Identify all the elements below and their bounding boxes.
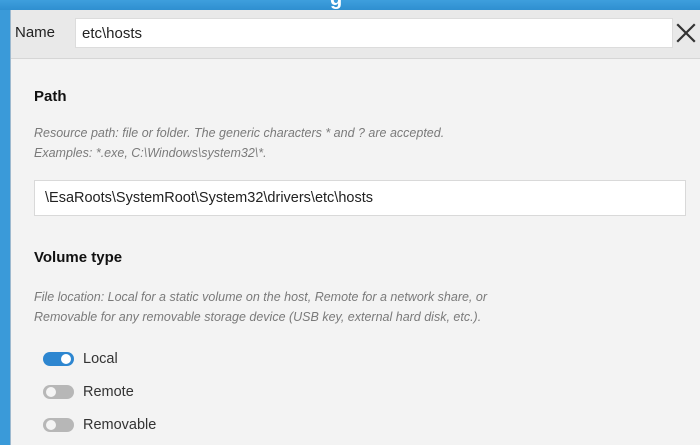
resource-editor-panel: Name Path Resource path: file or folder.…	[10, 10, 700, 445]
close-icon[interactable]	[675, 22, 697, 44]
toggle-label-remote: Remote	[83, 384, 134, 400]
toggle-switch-remote[interactable]	[43, 385, 74, 399]
path-input[interactable]	[34, 180, 686, 216]
toggle-knob	[46, 387, 56, 397]
path-help-line-2: Examples: *.exe, C:\Windows\system32\*.	[34, 146, 267, 160]
path-help-line-1: Resource path: file or folder. The gener…	[34, 126, 445, 140]
volume-option-removable[interactable]: Removable	[43, 414, 156, 436]
background-window-strip: g	[0, 0, 700, 10]
volume-option-remote[interactable]: Remote	[43, 381, 134, 403]
background-window-title-fragment: g	[330, 0, 343, 10]
toggle-switch-removable[interactable]	[43, 418, 74, 432]
volume-type-help-line-2: Removable for any removable storage devi…	[34, 310, 482, 324]
toggle-label-local: Local	[83, 351, 118, 367]
toggle-label-removable: Removable	[83, 417, 157, 433]
toggle-switch-local[interactable]	[43, 352, 74, 366]
name-label: Name	[15, 24, 56, 41]
name-header: Name	[11, 10, 700, 59]
name-input[interactable]	[75, 18, 673, 48]
path-title: Path	[34, 88, 67, 105]
toggle-knob	[46, 420, 56, 430]
volume-type-title: Volume type	[34, 249, 123, 266]
toggle-knob	[61, 354, 71, 364]
volume-option-local[interactable]: Local	[43, 348, 118, 370]
volume-type-help-line-1: File location: Local for a static volume…	[34, 290, 487, 304]
